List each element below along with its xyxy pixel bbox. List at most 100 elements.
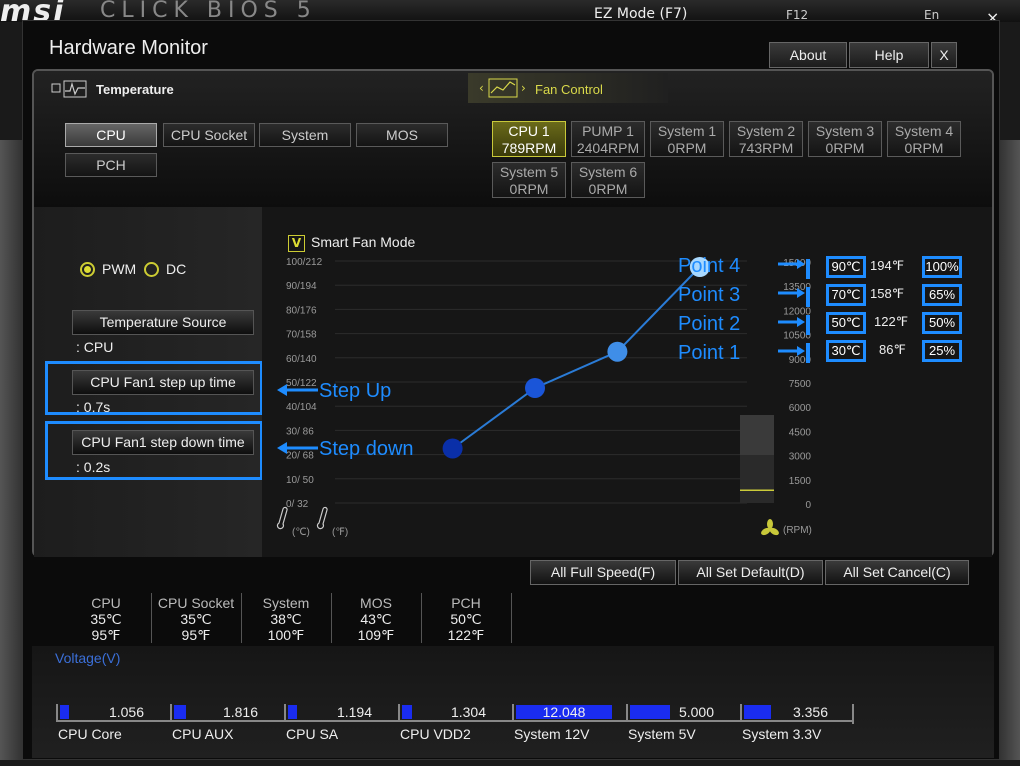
fan-pump1[interactable]: PUMP 1 2404RPM [571,121,645,157]
fan-system4[interactable]: System 4 0RPM [887,121,961,157]
fan-cpu1[interactable]: CPU 1 789RPM [492,121,566,157]
voltage-value: 1.056 [108,704,144,720]
source-mos[interactable]: MOS [356,123,448,147]
curve-point-3 [607,341,628,362]
about-button[interactable]: About [769,42,847,68]
fan-system2[interactable]: System 2 743RPM [729,121,803,157]
y-left-tick-label: 10/ 50 [286,475,314,486]
y-left-tick-label: 0/ 32 [286,499,309,510]
dc-radio[interactable] [144,262,159,277]
temp-separator [511,593,512,643]
step-up-time-button[interactable]: CPU Fan1 step up time [72,370,254,395]
annotation-arrowhead [797,317,805,327]
voltage-label: CPU VDD2 [400,726,471,742]
y-left-tick-label: 100/212 [286,257,323,268]
point-2-marker [806,315,810,335]
y-left-tick-label: 30/ 86 [286,426,314,437]
point-4-annotation: Point 4 [678,255,741,277]
voltage-bar-fill [630,705,671,719]
temperature-source-value: : CPU [76,339,114,355]
voltage-title: Voltage(V) [55,650,121,666]
point-3-percent[interactable]: 65% [922,284,962,306]
voltage-bar: 1.194 [284,704,398,722]
y-right-tick-label: 0 [805,500,811,511]
point-2-celsius[interactable]: 50℃ [826,312,866,334]
source-pch[interactable]: PCH [65,153,157,177]
point-3-fahrenheit: 158℉ [870,286,905,301]
dc-label: DC [166,261,187,277]
annotation-arrowhead [277,442,287,454]
svg-text:‹: ‹ [479,81,484,95]
all-set-default-button[interactable]: All Set Default(D) [678,560,823,585]
point-2-annotation: Point 2 [678,313,741,335]
temp-pch: PCH 50℃ 122℉ [447,595,485,643]
voltage-bar-fill [744,705,771,719]
point-3-celsius[interactable]: 70℃ [826,284,866,306]
all-set-cancel-button[interactable]: All Set Cancel(C) [825,560,969,585]
y-right-tick-label: 7500 [789,379,812,390]
y-left-tick-label: 60/140 [286,354,317,365]
voltage-bar-fill [174,705,187,719]
fan-system1[interactable]: System 1 0RPM [650,121,724,157]
fan-system5[interactable]: System 5 0RPM [492,162,566,198]
voltage-value: 3.356 [792,704,828,720]
step-down-annotation: Step down [319,438,414,460]
point-4-marker [806,259,810,279]
fan-system3[interactable]: System 3 0RPM [808,121,882,157]
annotation-arrowhead [277,384,287,396]
source-system[interactable]: System [259,123,351,147]
voltage-bar: 5.000 [626,704,740,722]
curve-point-2 [525,378,545,398]
voltage-value: 12.048 [542,704,586,720]
y-left-tick-label: 70/158 [286,330,317,341]
curve-point-1 [442,438,463,459]
fan-settings-panel: PWM DC Temperature Source : CPU CPU Fan1… [34,207,263,557]
source-selector-area: Temperature ‹ › Fan Control CPU CPU Sock… [34,71,992,207]
voltage-bar: 1.816 [170,704,284,722]
fan-curve-area: V Smart Fan Mode 100/212 90/194 80/176 70/1… [262,207,992,557]
voltage-bar: 12.048 [512,704,626,722]
voltage-value: 5.000 [678,704,714,720]
voltage-bar-fill [402,705,412,719]
point-2-percent[interactable]: 50% [922,312,962,334]
point-4-celsius[interactable]: 90℃ [826,256,866,278]
help-button[interactable]: Help [849,42,929,68]
temp-mos: MOS 43℃ 109℉ [357,595,395,643]
voltage-bar: 3.356 [740,704,854,722]
source-cpu[interactable]: CPU [65,123,157,147]
point-2-fahrenheit: 122℉ [874,314,909,329]
voltage-label: System 3.3V [742,726,822,742]
all-full-speed-button[interactable]: All Full Speed(F) [530,560,676,585]
voltage-label: CPU SA [286,726,339,742]
temperature-monitor-icon [51,80,87,98]
voltage-bar-fill [60,705,69,719]
y-left-tick-label: 90/194 [286,281,317,292]
fan-icon [761,519,779,536]
temp-cpu-socket: CPU Socket 35℃ 95℉ [157,595,235,643]
point-1-percent[interactable]: 25% [922,340,962,362]
voltage-label: CPU Core [58,726,122,742]
bios-background-left [0,140,22,760]
y-left-tick-label: 50/122 [286,378,317,389]
y-right-tick-label: 6000 [789,403,812,414]
close-button[interactable]: X [931,42,957,68]
fan-control-label: Fan Control [535,82,603,97]
step-down-time-button[interactable]: CPU Fan1 step down time [72,430,254,455]
temperature-source-button[interactable]: Temperature Source [72,310,254,335]
voltage-value: 1.194 [336,704,372,720]
point-4-percent[interactable]: 100% [922,256,962,278]
point-4-fahrenheit: 194℉ [870,258,905,273]
voltage-panel: Voltage(V) 1.056 CPU Core 1.816 CPU AUX 1.19… [32,646,994,758]
fan-control-panel: Temperature ‹ › Fan Control CPU CPU Sock… [32,69,994,557]
pwm-radio[interactable] [80,262,95,277]
voltage-scale-end [852,704,854,724]
step-down-time-value: : 0.2s [76,459,111,475]
point-1-celsius[interactable]: 30℃ [826,340,866,362]
voltage-bar: 1.056 [56,704,170,722]
thermometer-icon [276,506,288,530]
voltage-value: 1.304 [450,704,486,720]
fan-system6[interactable]: System 6 0RPM [571,162,645,198]
point-1-fahrenheit: 86℉ [879,342,906,357]
voltage-bar-fill [288,705,297,719]
source-cpu-socket[interactable]: CPU Socket [163,123,255,147]
